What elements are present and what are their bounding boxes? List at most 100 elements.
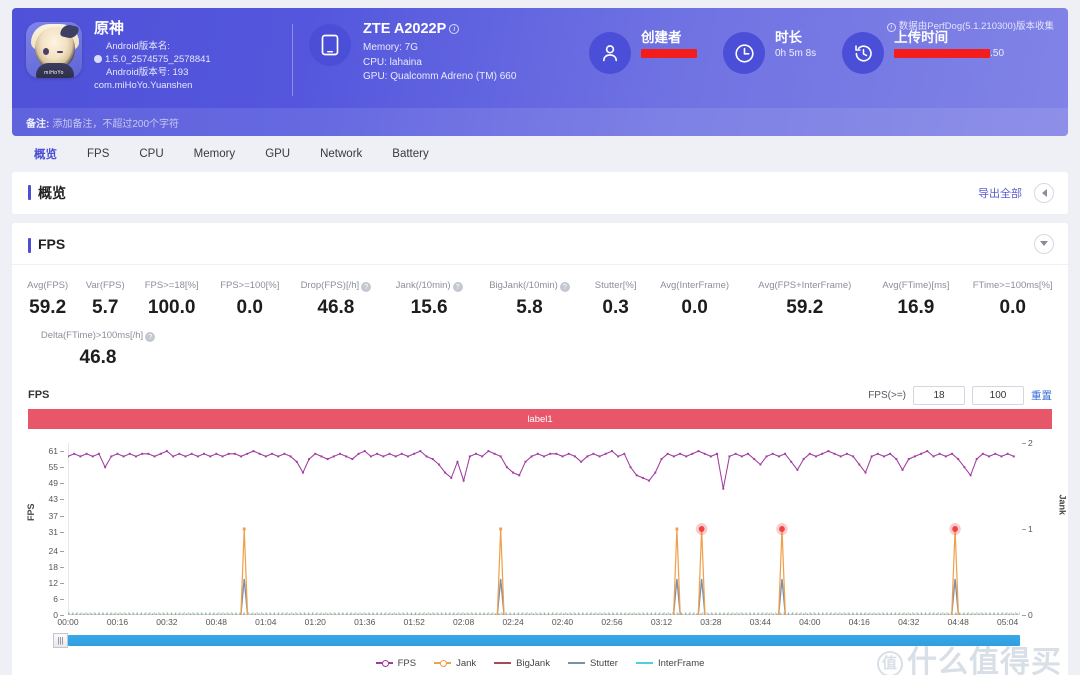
collapse-left-button[interactable] bbox=[1034, 183, 1054, 203]
metric-avg-fps-interframe: Avg(FPS+InterFrame) 59.2 bbox=[741, 279, 868, 323]
metric-bigjank: BigJank(/10min)? 5.8 bbox=[476, 279, 584, 323]
scene-label-bar[interactable]: label1 bbox=[28, 409, 1052, 429]
metric-label: Var(FPS) bbox=[85, 280, 125, 291]
x-tick-label: 00:32 bbox=[156, 617, 178, 627]
android-version-name: 1.5.0_2574575_2578841 bbox=[105, 54, 211, 65]
legend-marker bbox=[635, 662, 653, 664]
metric-drop-fps: Drop(FPS)[/h]? 46.8 bbox=[289, 279, 382, 323]
reset-button[interactable]: 重置 bbox=[1031, 388, 1052, 403]
info-icon[interactable]: i bbox=[449, 24, 460, 35]
legend-label: InterFrame bbox=[657, 657, 705, 669]
device-memory: Memory: 7G bbox=[363, 42, 419, 53]
threshold-min-input[interactable] bbox=[913, 385, 965, 405]
tab-fps[interactable]: FPS bbox=[73, 142, 123, 166]
x-axis-ticks: 00:00 00:16 00:32 00:48 01:04 01:20 01:36 01:52… bbox=[57, 617, 1020, 631]
user-icon bbox=[589, 32, 631, 74]
y-axis-title: FPS bbox=[26, 503, 36, 521]
y-tick-label: 18 bbox=[36, 562, 66, 572]
expand-down-button[interactable] bbox=[1034, 233, 1054, 254]
android-version-name-row: 1.5.0_2574575_2578841 bbox=[94, 53, 211, 66]
x-tick-label: 01:04 bbox=[255, 617, 277, 627]
history-icon bbox=[842, 32, 885, 74]
metric-value: 59.2 bbox=[786, 297, 824, 318]
metric-avg-ftime: Avg(FTime)[ms] 16.9 bbox=[868, 279, 963, 323]
legend-item[interactable]: Stutter bbox=[567, 657, 618, 669]
metric-delta-ftime: Delta(FTime)>100ms[/h]? 46.8 bbox=[18, 329, 178, 373]
metric-label: FPS>=100[%] bbox=[220, 280, 280, 291]
android-version-code: Android版本号: 193 bbox=[106, 67, 189, 78]
device-text-block: ZTE A2022P i Memory: 7G CPU: lahaina GPU:… bbox=[363, 20, 516, 85]
metric-value: 46.8 bbox=[79, 347, 117, 368]
x-tick-label: 03:44 bbox=[749, 617, 771, 627]
metric-value: 46.8 bbox=[317, 297, 355, 318]
y-tick-label: 61 bbox=[36, 446, 66, 456]
metric-label: Drop(FPS)[/h]? bbox=[291, 279, 380, 293]
x-tick-label: 00:48 bbox=[205, 617, 227, 627]
genshin-app-icon: miHoYo bbox=[26, 22, 82, 78]
duration-value: 0h 5m 8s bbox=[775, 48, 817, 59]
drag-handle-icon[interactable]: ||| bbox=[53, 633, 68, 648]
fps-chart: FPS FPS(>=) 重置 label1 FPS Jank 061218243… bbox=[12, 379, 1068, 675]
upload-time-redaction bbox=[894, 48, 991, 58]
legend-item[interactable]: FPS bbox=[375, 657, 417, 669]
legend-marker bbox=[494, 662, 512, 664]
metric-value: 0.3 bbox=[602, 297, 629, 318]
y2-tick-label: 0 bbox=[1020, 610, 1050, 620]
y-axis-ticks: 0 6 12 18 24 31 37 43 49 55 61 bbox=[36, 443, 66, 620]
y-tick-label: 43 bbox=[36, 494, 66, 504]
tab-cpu[interactable]: CPU bbox=[125, 142, 177, 166]
device-info-block: ZTE A2022P i Memory: 7G CPU: lahaina GPU:… bbox=[309, 20, 577, 85]
help-icon[interactable]: ? bbox=[361, 282, 372, 292]
metric-label: Delta(FTime)>100ms[/h]? bbox=[20, 329, 176, 343]
creator-text: 创建者 bbox=[641, 28, 697, 61]
metric-value: 5.8 bbox=[516, 297, 543, 318]
legend-item[interactable]: InterFrame bbox=[635, 657, 705, 669]
tab-network[interactable]: Network bbox=[306, 142, 376, 166]
threshold-label: FPS(>=) bbox=[868, 389, 906, 401]
x-tick-label: 04:32 bbox=[898, 617, 920, 627]
metric-fps-ge-100: FPS>=100[%] 0.0 bbox=[210, 279, 289, 323]
android-version-name-label: Android版本名: bbox=[106, 41, 170, 52]
chart-scrollbar[interactable]: ||| bbox=[53, 633, 1020, 648]
note-placeholder[interactable]: 添加备注，不超过200个字符 bbox=[52, 115, 179, 130]
app-name: 原神 bbox=[94, 20, 125, 37]
help-icon[interactable]: ? bbox=[559, 282, 570, 292]
x-tick-label: 02:40 bbox=[551, 617, 574, 627]
duration-title: 时长 bbox=[775, 30, 802, 45]
creator-value bbox=[641, 47, 697, 61]
device-cpu: CPU: lahaina bbox=[363, 56, 422, 68]
y-tick-label: 6 bbox=[36, 594, 66, 604]
metric-label: FPS>=18[%] bbox=[144, 280, 199, 291]
legend-marker bbox=[375, 660, 393, 667]
creator-block: 创建者 bbox=[589, 28, 697, 74]
help-icon[interactable]: ? bbox=[145, 332, 156, 342]
overview-panel-header: 概览 导出全部 bbox=[12, 172, 1068, 214]
y-tick-label: 31 bbox=[36, 527, 66, 537]
legend-item[interactable]: Jank bbox=[434, 658, 476, 669]
tab-memory[interactable]: Memory bbox=[180, 142, 250, 166]
tab-gpu[interactable]: GPU bbox=[251, 142, 304, 166]
threshold-max-input[interactable] bbox=[972, 385, 1024, 405]
y2-tick-label: 1 bbox=[1020, 524, 1050, 534]
metric-label: Stutter[%] bbox=[594, 280, 637, 291]
chart-legend: FPS Jank BigJank Stutter InterFrame bbox=[28, 655, 1052, 671]
legend-label: Stutter bbox=[589, 657, 618, 669]
legend-label: FPS bbox=[397, 657, 417, 669]
metric-value: 5.7 bbox=[92, 297, 119, 318]
tab-overview[interactable]: 概览 bbox=[20, 140, 71, 168]
metric-label: Avg(InterFrame) bbox=[660, 280, 730, 291]
note-row[interactable]: 备注: 添加备注，不超过200个字符 bbox=[12, 108, 1068, 136]
metric-stutter: Stutter[%] 0.3 bbox=[583, 279, 648, 323]
x-tick-label: 02:56 bbox=[601, 617, 623, 627]
metric-fps-ge-18: FPS>=18[%] 100.0 bbox=[133, 279, 210, 323]
plot-area[interactable] bbox=[67, 443, 1020, 616]
tab-battery[interactable]: Battery bbox=[378, 142, 442, 166]
help-icon[interactable]: ? bbox=[452, 282, 463, 292]
metric-avg-interframe: Avg(InterFrame) 0.0 bbox=[648, 279, 741, 323]
y-tick-label: 37 bbox=[36, 511, 66, 521]
export-all-button[interactable]: 导出全部 bbox=[978, 185, 1022, 201]
x-tick-label: 01:20 bbox=[304, 617, 326, 627]
y-tick-label: 12 bbox=[36, 578, 66, 588]
legend-item[interactable]: BigJank bbox=[494, 658, 550, 669]
triangle-left-icon bbox=[1041, 189, 1047, 197]
